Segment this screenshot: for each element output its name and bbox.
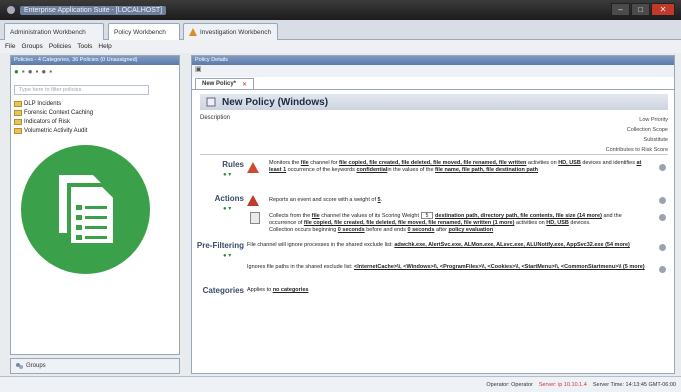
menu-bar: File Groups Policies Tools Help [0,40,681,53]
menu-groups[interactable]: Groups [21,43,42,50]
policy-documents-icon [59,175,117,247]
tree-item-forensic-context-caching[interactable]: Forensic Context Caching [14,108,179,117]
low-priority-toggle[interactable]: Low Priority [606,115,668,125]
add-rule-icon[interactable]: ● ▾ [223,171,231,178]
toolbar-tool-icon[interactable]: ▪ [36,67,39,76]
policy-tree: DLP Incidents Forensic Context Caching I… [11,99,179,135]
menu-file[interactable]: File [5,43,15,50]
tab-investigation[interactable]: Investigation Workbench [183,23,278,40]
add-action-icon[interactable]: ● ▾ [223,205,231,212]
scoring-weight-field[interactable]: 5 [421,212,434,219]
save-icon[interactable]: ▣ [195,66,202,73]
categories-label: Categories [202,286,244,295]
warning-icon [189,28,197,36]
tab-administration[interactable]: Administration Workbench [4,23,104,40]
details-toolbar: ▣ [192,65,674,77]
tree-item-indicators-of-risk[interactable]: Indicators of Risk [14,117,179,126]
prefilter-label: Pre-Filtering [196,241,244,250]
maximize-button[interactable]: □ [631,3,650,16]
workbench-tabs: Administration Workbench Policy Workbenc… [0,20,681,40]
menu-tools[interactable]: Tools [77,43,92,50]
application-window: Enterprise Application Suite - [LOCALHOS… [0,0,681,392]
collection-scope-option[interactable]: Collection Scope [606,125,668,135]
rule-description[interactable]: Monitors the file channel for file copie… [269,160,649,174]
server-time: Server Time: 14:13:45 GMT-06:00 [592,381,676,388]
rules-label: Rules [222,160,244,169]
action-collect[interactable]: Collects from the file channel the value… [269,212,649,234]
document-icon [206,97,216,107]
close-tab-icon[interactable]: ✕ [242,81,247,88]
window-title: Enterprise Application Suite - [LOCALHOS… [20,5,167,15]
tab-divider [192,89,674,90]
tab-policy[interactable]: Policy Workbench [108,23,180,40]
policies-panel-header: Policies - 4 Categories, 36 Policies (0 … [11,56,179,65]
toolbar-tool-icon[interactable]: ▪ [22,67,25,76]
prefilter-paths[interactable]: Ignores file paths in the shared exclude… [247,264,657,271]
add-policy-icon[interactable]: ● [14,67,19,76]
tab-new-policy[interactable]: New Policy* ✕ [195,78,255,89]
menu-policies[interactable]: Policies [49,43,71,50]
tree-item-volumetric-activity-audit[interactable]: Volumetric Activity Audit [14,126,179,135]
operator-status: Operator: Operator [486,381,533,388]
warning-icon [247,195,259,206]
categories-value[interactable]: Applies to no categories [247,287,627,294]
folder-icon [14,109,22,116]
gear-icon[interactable] [659,214,666,221]
minimize-button[interactable]: – [611,3,630,16]
server-status: Server: ip 10.10.1.4 [538,381,587,388]
toolbar-tool-icon[interactable]: ● [28,67,33,76]
policy-details-header: Policy Details [192,56,674,65]
document-icon [250,212,260,224]
groups-icon [16,363,23,369]
policy-details-panel: Policy Details ▣ New Policy* ✕ New Polic… [191,55,675,374]
policy-options: Low Priority Collection Scope Substitute… [606,115,668,155]
menu-help[interactable]: Help [98,43,111,50]
policy-documents-badge [21,145,150,274]
window-controls: – □ ✕ [611,3,675,16]
toolbar-tool-icon[interactable]: ▪ [49,67,52,76]
gear-icon[interactable] [659,266,666,273]
close-button[interactable]: ✕ [651,3,675,16]
substitute-option[interactable]: Substitute [606,135,668,145]
app-icon [7,6,15,14]
folder-icon [14,127,22,134]
toolbar-tool-icon[interactable]: ● [41,67,46,76]
groups-bar[interactable]: Groups [10,358,180,374]
gear-icon[interactable] [659,244,666,251]
action-report[interactable]: Reports an event and score with a weight… [269,197,649,204]
section-divider [200,154,668,155]
description-label: Description [200,115,231,121]
gear-icon[interactable] [659,164,666,171]
folder-icon [14,118,22,125]
policy-filter-input[interactable]: Type here to filter policies [14,85,149,95]
prefilter-processes[interactable]: File channel will ignore processes in th… [247,242,657,249]
gear-icon[interactable] [659,197,666,204]
title-bar: Enterprise Application Suite - [LOCALHOS… [0,0,681,20]
tree-item-dlp-incidents[interactable]: DLP Incidents [14,99,179,108]
policy-title: New Policy (Windows) [200,94,668,110]
policies-toolbar: ● ▪ ● ▪ ● ▪ [11,65,179,78]
actions-label: Actions [214,194,244,203]
folder-icon [14,100,22,107]
add-prefilter-icon[interactable]: ● ▾ [223,252,231,259]
warning-icon [247,162,259,173]
status-bar: Operator: Operator Server: ip 10.10.1.4 … [0,376,681,392]
